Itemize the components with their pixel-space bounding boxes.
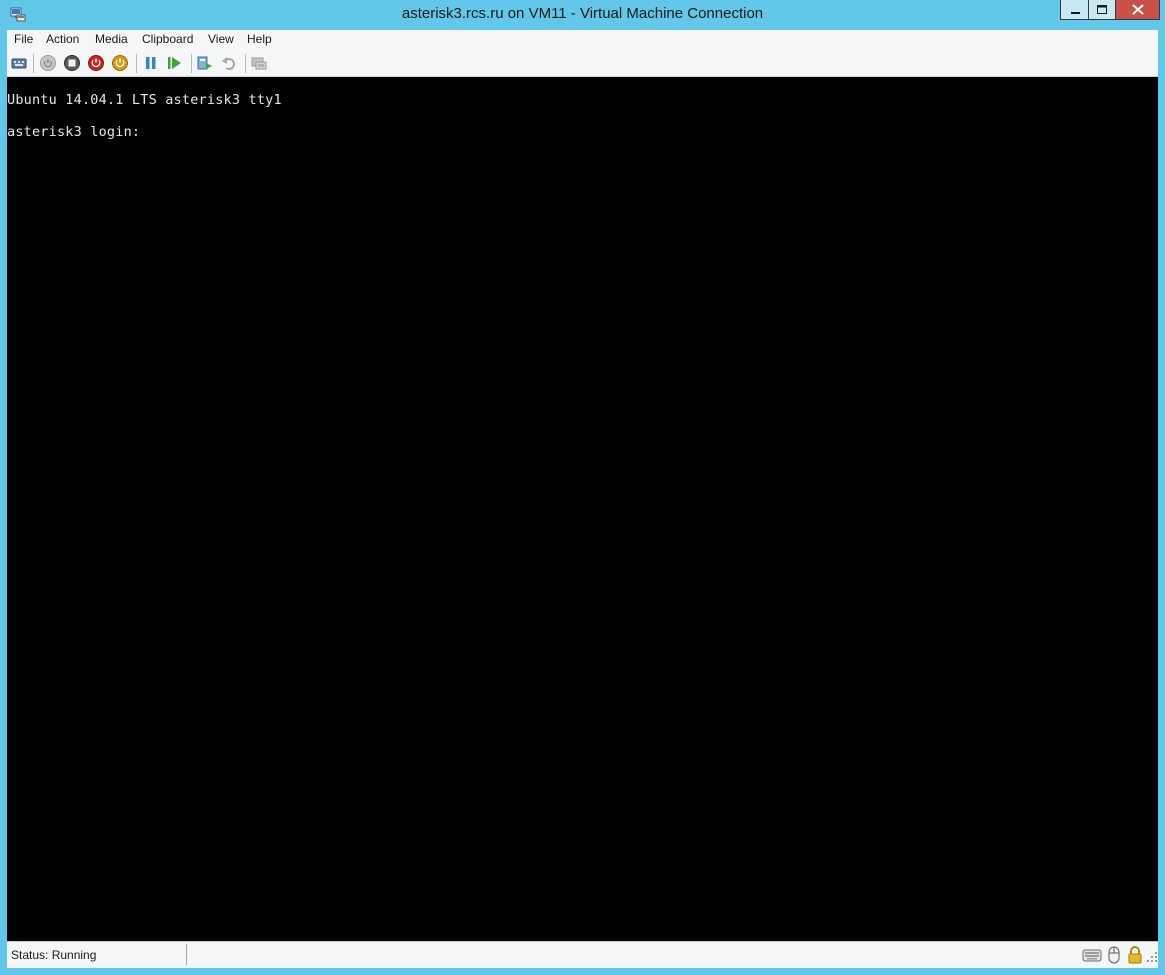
menu-file[interactable]: File — [14, 32, 33, 46]
toolbar-separator — [33, 54, 34, 73]
toolbar-separator — [136, 54, 137, 73]
close-button[interactable] — [1116, 0, 1160, 20]
maximize-icon — [1097, 5, 1107, 14]
minimize-icon — [1071, 12, 1080, 14]
vm-connection-window: asterisk3.rcs.ru on VM11 - Virtual Machi… — [0, 0, 1165, 975]
shut-down-button[interactable] — [87, 54, 105, 72]
menu-view[interactable]: View — [208, 32, 234, 46]
ctrl-alt-del-button[interactable] — [10, 54, 28, 72]
pause-icon — [146, 57, 156, 69]
resume-icon — [168, 57, 181, 69]
pause-button[interactable] — [142, 54, 160, 72]
resize-grip-icon[interactable] — [1146, 949, 1158, 963]
vm-console-screen[interactable]: Ubuntu 14.04.1 LTS asterisk3 tty1 asteri… — [7, 77, 1158, 941]
menu-bar: File Action Media Clipboard View Help — [7, 30, 1158, 50]
menu-help[interactable]: Help — [247, 32, 272, 46]
toolbar-separator — [245, 54, 246, 73]
checkpoint-button[interactable] — [196, 54, 214, 72]
toolbar-separator — [191, 54, 192, 73]
ctrl-alt-del-icon — [11, 58, 27, 69]
status-bar: Status: Running — [7, 941, 1158, 968]
close-icon — [1132, 4, 1144, 15]
status-text: Status: Running — [11, 948, 97, 962]
start-icon — [40, 55, 56, 71]
revert-button[interactable] — [220, 54, 238, 72]
shut-down-icon — [88, 55, 104, 71]
window-title: asterisk3.rcs.ru on VM11 - Virtual Machi… — [401, 5, 764, 22]
menu-media[interactable]: Media — [95, 32, 128, 46]
console-line: asterisk3 login: — [7, 124, 141, 140]
title-bar[interactable]: asterisk3.rcs.ru on VM11 - Virtual Machi… — [0, 0, 1165, 30]
enhanced-session-icon — [251, 57, 267, 70]
checkpoint-icon — [197, 56, 212, 70]
keyboard-icon — [1082, 945, 1102, 965]
save-state-button[interactable] — [111, 54, 129, 72]
resume-button[interactable] — [166, 54, 184, 72]
console-line: Ubuntu 14.04.1 LTS asterisk3 tty1 — [7, 92, 282, 108]
maximize-button[interactable] — [1089, 0, 1116, 20]
save-state-icon — [112, 55, 128, 71]
revert-icon — [222, 57, 235, 70]
toolbar — [7, 50, 1158, 77]
menu-clipboard[interactable]: Clipboard — [142, 32, 193, 46]
start-button[interactable] — [39, 54, 57, 72]
lock-icon — [1125, 945, 1145, 965]
turn-off-icon — [64, 55, 80, 71]
enhanced-session-button[interactable] — [250, 54, 268, 72]
status-separator — [186, 944, 187, 965]
mouse-icon — [1104, 945, 1124, 965]
turn-off-button[interactable] — [63, 54, 81, 72]
menu-action[interactable]: Action — [46, 32, 79, 46]
minimize-button[interactable] — [1060, 0, 1089, 20]
